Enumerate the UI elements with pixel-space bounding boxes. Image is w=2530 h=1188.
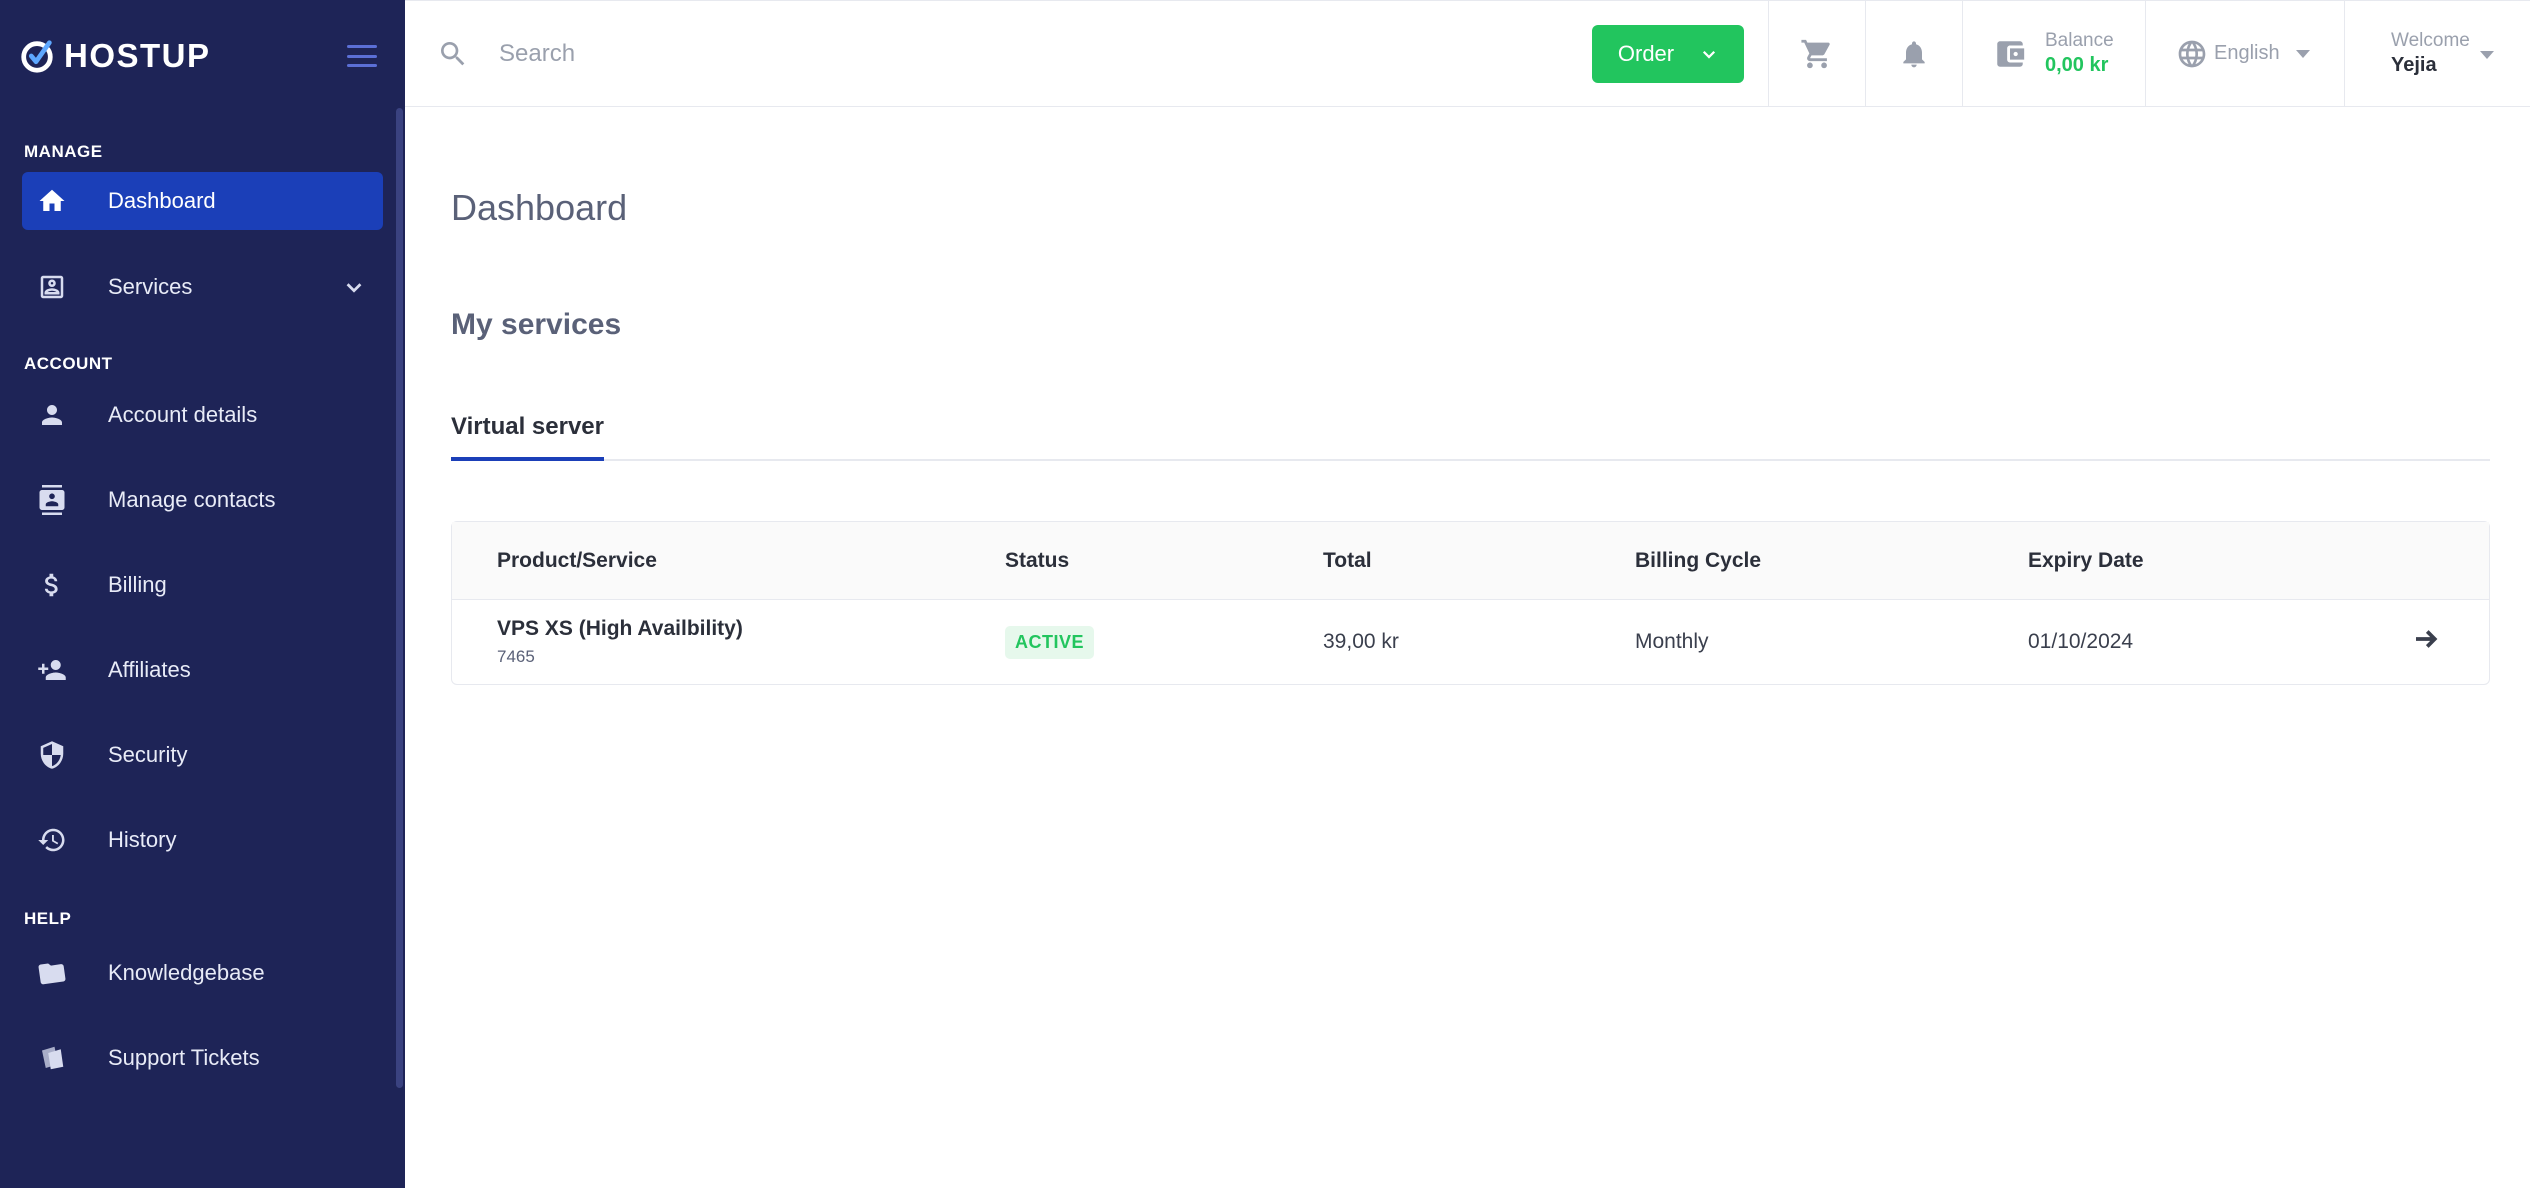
nav-section-help: HELP Knowledgebase Support Tickets (0, 907, 405, 1087)
home-icon (34, 183, 70, 219)
sidebar-item-label: History (108, 827, 177, 852)
caret-down-icon (2295, 49, 2310, 58)
table-header: Product/Service Status Total Billing Cyc… (452, 522, 2489, 600)
tab-virtual-server[interactable]: Virtual server (451, 413, 604, 461)
status-cell: ACTIVE (1005, 625, 1323, 659)
nav-section-account: ACCOUNT Account details Manage contacts … (0, 352, 405, 869)
wallet-icon (1997, 40, 2025, 67)
caret-down-icon (2480, 51, 2494, 59)
sidebar-item-label: Manage contacts (108, 487, 276, 512)
language-selector[interactable]: English (2145, 1, 2344, 106)
product-name: VPS XS (High Availbility) (497, 617, 743, 640)
balance-text: Balance 0,00 kr (2045, 30, 2114, 77)
add-person-icon (34, 652, 70, 688)
service-tabs: Virtual server (451, 413, 2490, 461)
cart-button[interactable] (1768, 1, 1865, 106)
expiry-cell: 01/10/2024 (2028, 630, 2134, 653)
row-action (2408, 624, 2489, 660)
menu-toggle-icon[interactable] (347, 45, 377, 67)
contact-card-icon (34, 269, 70, 305)
sidebar-scrollbar[interactable] (396, 108, 403, 1088)
arrow-right-icon[interactable] (2411, 624, 2441, 660)
contacts-icon (34, 482, 70, 518)
sidebar-item-label: Account details (108, 402, 258, 427)
brand-logo-link[interactable]: HOSTUP (18, 37, 211, 75)
order-button[interactable]: Order (1592, 24, 1744, 83)
chevron-down-icon (343, 276, 365, 298)
folder-icon (34, 955, 70, 991)
app-root: HOSTUP MANAGE Dashboard Services ACCOUNT… (0, 0, 2530, 1188)
bell-icon (1903, 40, 1925, 67)
sidebar-item-support-tickets[interactable]: Support Tickets (22, 1029, 383, 1087)
sidebar-item-label: Security (108, 742, 188, 767)
section-label-help: HELP (24, 909, 72, 928)
sidebar-item-label: Dashboard (108, 188, 216, 213)
tickets-icon (34, 1040, 70, 1076)
sidebar-item-label: Knowledgebase (108, 960, 265, 985)
balance-value: 0,00 kr (2045, 54, 2109, 76)
sidebar-item-knowledgebase[interactable]: Knowledgebase (22, 944, 383, 1002)
person-icon (34, 397, 70, 433)
services-table: Product/Service Status Total Billing Cyc… (451, 521, 2490, 685)
column-header-expiry: Expiry Date (2028, 548, 2144, 572)
sidebar-item-billing[interactable]: Billing (22, 556, 383, 614)
language-label: English (2214, 42, 2280, 64)
topbar: Order Balance 0,00 kr English (405, 0, 2530, 107)
notifications-button[interactable] (1865, 1, 1962, 106)
balance-label: Balance (2045, 30, 2114, 51)
sidebar-item-label: Affiliates (108, 657, 191, 682)
dollar-icon (34, 567, 70, 603)
sidebar-item-label: Support Tickets (108, 1045, 260, 1070)
page-title: Dashboard (451, 187, 628, 228)
nav-section-manage: MANAGE Dashboard Services (0, 140, 405, 316)
section-label-account: ACCOUNT (24, 354, 113, 373)
status-badge: ACTIVE (1005, 625, 1095, 659)
billing-cycle-cell: Monthly (1635, 630, 1709, 653)
table-row[interactable]: VPS XS (High Availbility) 7465 ACTIVE 39… (452, 600, 2489, 684)
search-bar (405, 1, 1592, 106)
shield-icon (34, 737, 70, 773)
globe-icon (2178, 40, 2206, 67)
chevron-down-icon (1703, 50, 1716, 59)
order-button-label: Order (1617, 40, 1675, 66)
history-icon (34, 822, 70, 858)
sidebar-item-services[interactable]: Services (22, 258, 383, 316)
section-label-manage: MANAGE (24, 142, 103, 161)
welcome-label: Welcome (2391, 30, 2470, 51)
sidebar-item-label: Services (108, 274, 193, 299)
user-text: Welcome Yejia (2391, 30, 2470, 77)
product-id: 7465 (497, 647, 535, 666)
sidebar-item-security[interactable]: Security (22, 726, 383, 784)
column-header-product: Product/Service (497, 548, 657, 572)
sidebar: HOSTUP MANAGE Dashboard Services ACCOUNT… (0, 0, 405, 1188)
sidebar-item-account-details[interactable]: Account details (22, 386, 383, 444)
dashboard-content: Dashboard My services Virtual server Pro… (405, 107, 2530, 685)
product-cell: VPS XS (High Availbility) 7465 (452, 617, 1005, 667)
column-header-billing-cycle: Billing Cycle (1635, 548, 1762, 572)
search-icon (441, 41, 465, 65)
main-area: Order Balance 0,00 kr English (405, 0, 2530, 1188)
user-name: Yejia (2391, 54, 2437, 76)
order-wrap: Order (1592, 1, 1768, 106)
cart-icon (1801, 39, 1830, 68)
sidebar-item-history[interactable]: History (22, 811, 383, 869)
sidebar-item-label: Billing (108, 572, 167, 597)
total-cell: 39,00 kr (1323, 630, 1399, 653)
sidebar-item-dashboard[interactable]: Dashboard (22, 172, 383, 230)
balance-widget[interactable]: Balance 0,00 kr (1962, 1, 2145, 106)
brand-header: HOSTUP (0, 0, 405, 112)
sidebar-item-manage-contacts[interactable]: Manage contacts (22, 471, 383, 529)
search-input[interactable] (499, 39, 1099, 68)
sidebar-item-affiliates[interactable]: Affiliates (22, 641, 383, 699)
column-header-total: Total (1323, 548, 1372, 572)
hostup-logo-icon (21, 40, 53, 73)
user-menu[interactable]: Welcome Yejia (2344, 1, 2530, 106)
column-header-status: Status (1005, 548, 1070, 572)
section-title: My services (451, 308, 622, 341)
brand-name: HOSTUP (64, 37, 211, 74)
